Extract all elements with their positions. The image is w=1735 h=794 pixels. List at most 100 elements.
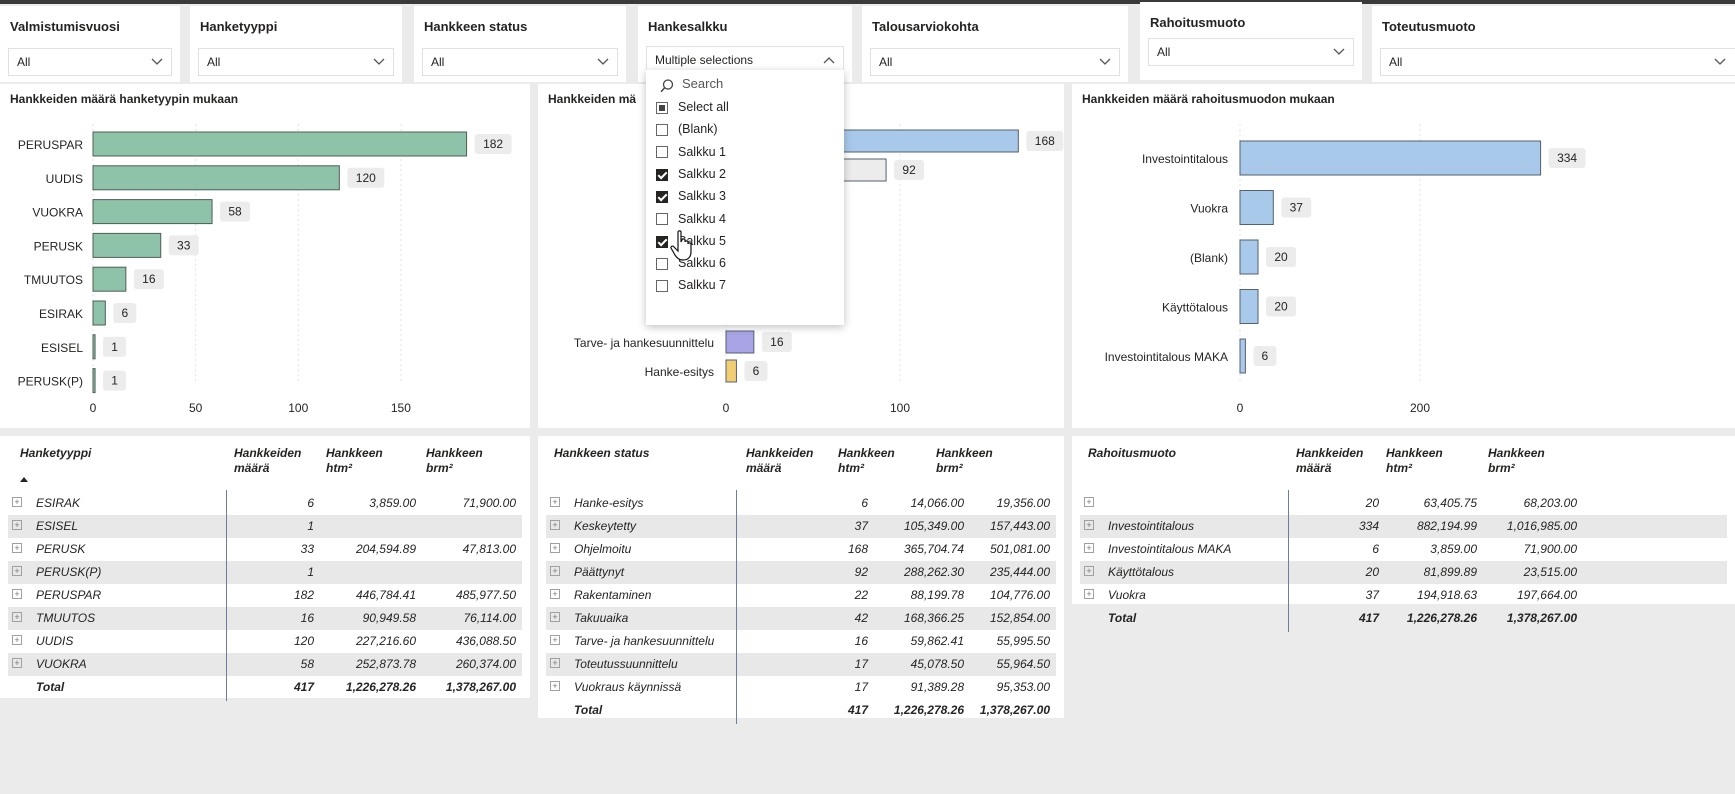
cell-value: 47,813.00 [462, 542, 516, 556]
column-header[interactable]: Hankkeiden määrä [746, 446, 826, 476]
data-label: 1 [111, 374, 118, 388]
expand-icon[interactable]: + [1084, 543, 1094, 553]
slicer-dropdown[interactable]: All [8, 48, 172, 76]
column-header[interactable]: Hankkeen brm² [1488, 446, 1558, 476]
table-row[interactable]: + Ohjelmoitu 168 365,704.74 501,081.00 [546, 538, 1056, 561]
search-input[interactable]: Search [682, 76, 723, 91]
table-row[interactable]: + Keskeytetty 37 105,349.00 157,443.00 [546, 515, 1056, 538]
checkbox[interactable] [656, 124, 668, 136]
table-row[interactable]: + Rakentaminen 22 88,199.78 104,776.00 [546, 584, 1056, 607]
checkbox[interactable] [656, 235, 668, 248]
cell-value: 446,784.41 [355, 588, 416, 602]
dropdown-option[interactable]: Salkku 2 [656, 167, 726, 187]
dropdown-option[interactable]: Select all [656, 100, 729, 120]
expand-icon[interactable]: + [1084, 566, 1094, 576]
expand-icon[interactable]: + [550, 658, 560, 668]
expand-icon[interactable]: + [550, 543, 560, 553]
dropdown-option[interactable]: Salkku 4 [656, 212, 726, 232]
table-row[interactable]: + Takuuaika 42 168,366.25 152,854.00 [546, 607, 1056, 630]
checkbox[interactable] [656, 280, 668, 293]
slicer-dropdown[interactable]: All [1380, 48, 1735, 76]
checkbox[interactable] [656, 257, 668, 270]
checkbox[interactable] [656, 190, 668, 203]
expand-icon[interactable]: + [550, 635, 560, 645]
data-label: 182 [483, 137, 503, 151]
bar [1239, 289, 1259, 324]
dropdown-option[interactable]: Salkku 7 [656, 278, 726, 298]
x-tick-label: 200 [1410, 401, 1430, 415]
expand-icon[interactable]: + [550, 566, 560, 576]
table-row[interactable]: + ESISEL 1 [8, 515, 522, 538]
expand-icon[interactable]: + [550, 520, 560, 530]
column-header[interactable]: Hankkeen htm² [838, 446, 908, 476]
expand-icon[interactable]: + [12, 635, 22, 645]
cell-value: 417 [1358, 611, 1379, 625]
cell-value: 157,443.00 [989, 519, 1050, 533]
dropdown-option[interactable]: Salkku 3 [656, 189, 726, 209]
table-row[interactable]: + PERUSK(P) 1 [8, 561, 522, 584]
cell-value: 33 [300, 542, 314, 556]
column-header[interactable]: Rahoitusmuoto [1088, 446, 1176, 461]
expand-icon[interactable]: + [550, 612, 560, 622]
slicer-dropdown[interactable]: All [1148, 38, 1354, 66]
table-row[interactable]: + Investointitalous MAKA 6 3,859.00 71,900.0… [1080, 538, 1727, 561]
column-header[interactable]: Hankkeen brm² [426, 446, 496, 476]
bar-chart-hanketyyppi: 0 50 100 150 PERUSPAR 182 UUDIS 120 VUOKRA 58 PERU… [18, 124, 512, 415]
column-header[interactable]: Hankkeen htm² [326, 446, 396, 476]
cell-value: 152,854.00 [989, 611, 1050, 625]
cell-value: 37 [1365, 588, 1379, 602]
bar [92, 266, 127, 292]
dropdown-option[interactable]: Salkku 1 [656, 145, 726, 165]
slicer-dropdown[interactable]: All [422, 48, 618, 76]
table-row[interactable]: + UUDIS 120 227,216.60 436,088.50 [8, 630, 522, 653]
checkbox[interactable] [656, 146, 668, 159]
table-row[interactable]: + VUOKRA 58 252,873.78 260,374.00 [8, 653, 522, 676]
expand-icon[interactable]: + [550, 589, 560, 599]
table-row[interactable]: + Hanke-esitys 6 14,066.00 19,356.00 [546, 492, 1056, 515]
table-row[interactable]: + PERUSPAR 182 446,784.41 485,977.50 [8, 584, 522, 607]
column-header[interactable]: Hankkeen htm² [1386, 446, 1456, 476]
dropdown-option[interactable]: (Blank) [656, 122, 718, 142]
checkbox[interactable] [656, 101, 668, 114]
x-tick-label: 0 [1237, 401, 1244, 415]
expand-icon[interactable]: + [12, 566, 22, 576]
bar [1239, 338, 1246, 374]
expand-icon[interactable]: + [1084, 589, 1094, 599]
checkbox[interactable] [656, 213, 668, 226]
expand-icon[interactable]: + [12, 612, 22, 622]
table-status: Hankkeen status Hankkeiden määrä Hankkee… [538, 436, 1064, 724]
table-row[interactable]: + Käyttötalous 20 81,899.89 23,515.00 [1080, 561, 1727, 584]
table-row[interactable]: + Tarve- ja hankesuunnittelu 16 59,862.41 55… [546, 630, 1056, 653]
expand-icon[interactable]: + [12, 589, 22, 599]
row-label: Vuokraus käynnissä [574, 680, 682, 694]
slicer-dropdown[interactable]: All [870, 48, 1120, 76]
expand-icon[interactable]: + [550, 681, 560, 691]
expand-icon[interactable]: + [1084, 520, 1094, 530]
expand-icon[interactable]: + [12, 497, 22, 507]
cell-value: 45,078.50 [910, 657, 964, 671]
table-row[interactable]: + ESIRAK 6 3,859.00 71,900.00 [8, 492, 522, 515]
table-row[interactable]: + PERUSK 33 204,594.89 47,813.00 [8, 538, 522, 561]
row-label: ESISEL [36, 519, 79, 533]
cell-value: 19,356.00 [996, 496, 1050, 510]
table-row[interactable]: + Vuokra 37 194,918.63 197,664.00 [1080, 584, 1727, 607]
column-header[interactable]: Hankkeiden määrä [234, 446, 314, 476]
table-row[interactable]: + Investointitalous 334 882,194.99 1,016,985… [1080, 515, 1727, 538]
column-header[interactable]: Hanketyyppi [20, 446, 91, 461]
column-header[interactable]: Hankkeen status [554, 446, 649, 461]
expand-icon[interactable]: + [1084, 497, 1094, 507]
expand-icon[interactable]: + [12, 658, 22, 668]
row-label: Käyttötalous [1108, 565, 1175, 579]
table-row[interactable]: + Vuokraus käynnissä 17 91,389.28 95,353.00 [546, 676, 1056, 699]
expand-icon[interactable]: + [550, 497, 560, 507]
table-row[interactable]: +20 63,405.75 68,203.00 [1080, 492, 1727, 515]
expand-icon[interactable]: + [12, 543, 22, 553]
expand-icon[interactable]: + [12, 520, 22, 530]
table-row[interactable]: + Toteutussuunnittelu 17 45,078.50 55,964.50 [546, 653, 1056, 676]
slicer-dropdown[interactable]: All [198, 48, 394, 76]
column-header[interactable]: Hankkeiden määrä [1296, 446, 1376, 476]
checkbox[interactable] [656, 168, 668, 181]
table-row[interactable]: + TMUUTOS 16 90,949.58 76,114.00 [8, 607, 522, 630]
table-row[interactable]: + Päättynyt 92 288,262.30 235,444.00 [546, 561, 1056, 584]
column-header[interactable]: Hankkeen brm² [936, 446, 1006, 476]
